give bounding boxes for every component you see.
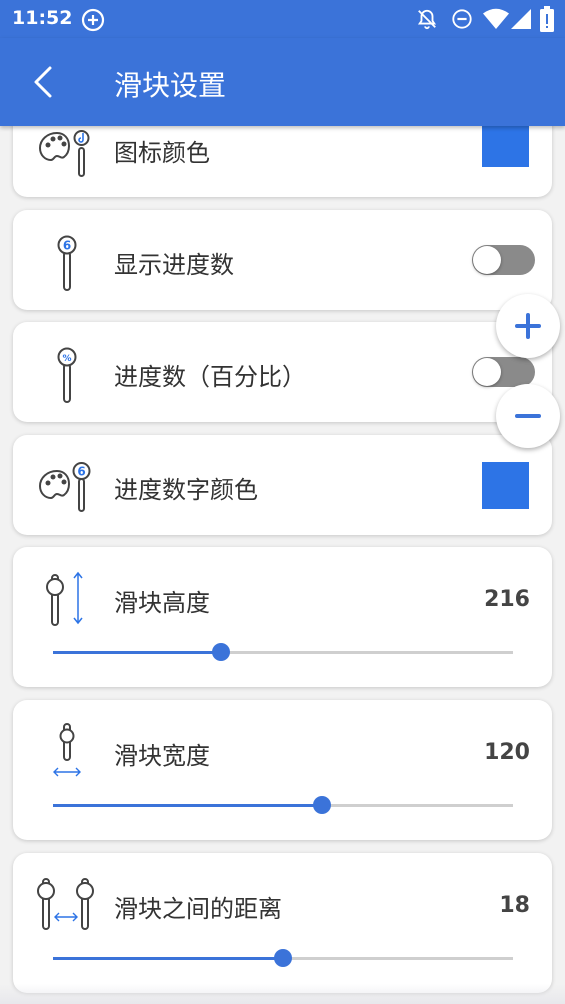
- page-title: 滑块设置: [114, 69, 227, 102]
- slider-spacing-slider[interactable]: [53, 946, 513, 970]
- slider-width-slider[interactable]: [53, 793, 513, 817]
- progress-color-label: 进度数字颜色: [114, 476, 258, 504]
- slider-width-label: 滑块宽度: [114, 742, 210, 770]
- palette-slider-icon: [39, 130, 90, 177]
- add-circle-icon: [81, 8, 105, 32]
- bell-off-icon: [417, 9, 437, 30]
- zoom-out-button[interactable]: [496, 384, 560, 448]
- toggle-thumb: [473, 246, 501, 274]
- slider-thumb[interactable]: [274, 949, 292, 967]
- slider-spacing-value: 18: [499, 893, 530, 918]
- progress-color-card[interactable]: 6 进度数字颜色: [13, 435, 552, 535]
- cell-signal-icon: [511, 9, 531, 29]
- toggle-thumb: [473, 358, 501, 386]
- progress-percent-toggle[interactable]: [472, 357, 535, 387]
- svg-text:6: 6: [63, 239, 71, 253]
- slider-height-icon: [46, 571, 83, 626]
- slider-height-slider[interactable]: [53, 640, 513, 664]
- slider-width-card[interactable]: 滑块宽度 120: [13, 700, 552, 840]
- slider-thumb[interactable]: [313, 796, 332, 814]
- slider-height-card[interactable]: 滑块高度 216: [13, 547, 552, 687]
- palette-number-icon: 6: [39, 462, 91, 512]
- show-progress-toggle[interactable]: [472, 245, 535, 275]
- slider-fill: [53, 957, 283, 960]
- slider-percent-icon: %: [57, 347, 77, 403]
- icon-color-card[interactable]: 图标颜色: [13, 126, 552, 197]
- wifi-icon: [483, 8, 509, 29]
- slider-fill: [53, 804, 323, 807]
- do-not-disturb-icon: [452, 9, 472, 29]
- slider-spacing-label: 滑块之间的距离: [114, 895, 282, 923]
- slider-spacing-card[interactable]: 滑块之间的距离 18: [13, 853, 552, 993]
- progress-percent-card[interactable]: % 进度数（百分比）: [13, 322, 552, 422]
- progress-percent-label: 进度数（百分比）: [114, 363, 306, 391]
- slider-thumb[interactable]: [211, 643, 230, 661]
- show-progress-card[interactable]: 6 显示进度数: [13, 210, 552, 310]
- show-progress-label: 显示进度数: [114, 251, 234, 279]
- progress-color-swatch[interactable]: [482, 462, 529, 509]
- bottom-fade: [0, 984, 565, 1004]
- slider-fill: [53, 651, 221, 654]
- svg-text:%: %: [62, 354, 71, 364]
- icon-color-label: 图标颜色: [114, 139, 210, 167]
- slider-height-value: 216: [484, 587, 530, 612]
- slider-number-icon: 6: [57, 235, 77, 291]
- battery-alert-icon: [540, 6, 554, 32]
- status-bar: 11:52: [0, 0, 565, 38]
- icon-color-swatch[interactable]: [482, 126, 529, 167]
- chevron-left-icon: [34, 66, 52, 98]
- app-bar: 滑块设置: [0, 38, 565, 126]
- settings-list[interactable]: 图标颜色 6 显示进度数 % 进度数（百分比） 6 进度数字颜色 滑块高度 21…: [0, 126, 565, 1004]
- slider-width-icon: [53, 723, 81, 777]
- svg-text:6: 6: [77, 465, 85, 479]
- zoom-in-button[interactable]: [496, 294, 560, 358]
- slider-width-value: 120: [484, 740, 530, 765]
- slider-spacing-icon: [37, 878, 94, 930]
- back-button[interactable]: [24, 60, 64, 104]
- status-time: 11:52: [12, 7, 73, 29]
- slider-height-label: 滑块高度: [114, 589, 210, 617]
